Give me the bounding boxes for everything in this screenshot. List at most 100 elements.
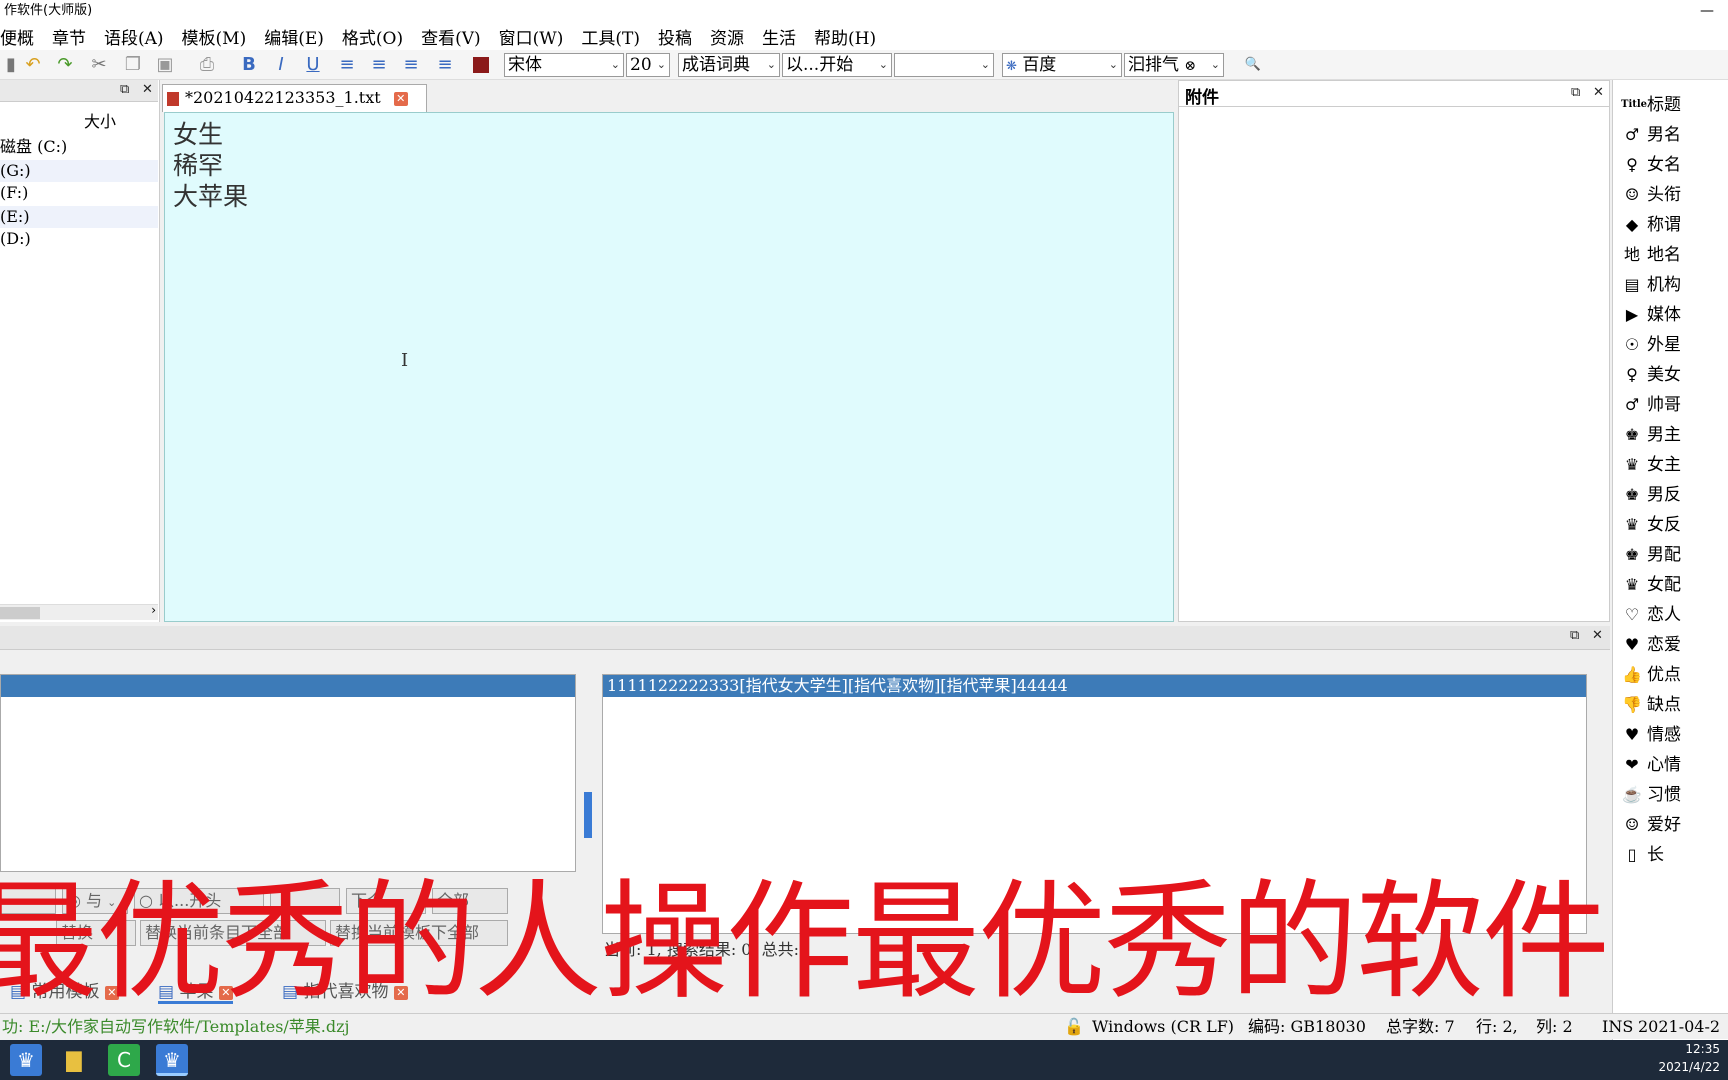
selected-row[interactable]: [1, 675, 575, 697]
undo-icon[interactable]: ↶: [22, 54, 44, 76]
menu-item[interactable]: 窗口(W): [499, 24, 564, 49]
search-engine-select[interactable]: ❋ 百度 ⌄: [1002, 53, 1122, 77]
menu-item[interactable]: 生活: [762, 24, 796, 49]
category-item[interactable]: ☺ 爱好: [1621, 810, 1681, 840]
float-icon[interactable]: ⧉: [120, 82, 129, 97]
previous-button[interactable]: [270, 888, 340, 914]
category-item[interactable]: ♂ 帅哥: [1621, 390, 1681, 420]
dictionary-search-input[interactable]: ⌄: [894, 53, 994, 77]
cut-icon[interactable]: ✂: [88, 54, 110, 76]
tab-apple[interactable]: ▤ 苹果 ✕: [158, 980, 233, 1004]
scope-select[interactable]: ⌄: [0, 888, 56, 914]
tab-common-templates[interactable]: ▤ 常用模板 ✕: [10, 980, 119, 1004]
selected-result-row[interactable]: 1111122222333[指代女大学生][指代喜欢物][指代苹果]44444: [603, 675, 1586, 697]
menu-item[interactable]: 编辑(E): [264, 24, 324, 49]
print-icon[interactable]: ⎙: [196, 54, 218, 76]
app-crown-icon[interactable]: ♛: [10, 1044, 42, 1076]
category-item[interactable]: ♥ 情感: [1621, 720, 1681, 750]
close-icon[interactable]: ✕: [1593, 85, 1604, 100]
category-item[interactable]: ▤ 机构: [1621, 270, 1681, 300]
close-icon[interactable]: ✕: [1592, 628, 1603, 643]
category-item[interactable]: ☺ 头衔: [1621, 180, 1681, 210]
category-item[interactable]: ♚ 男配: [1621, 540, 1681, 570]
horizontal-scrollbar[interactable]: ›: [0, 603, 158, 620]
save-icon[interactable]: ▮: [0, 54, 22, 76]
menu-item[interactable]: 章节: [52, 24, 86, 49]
category-item[interactable]: ▯ 长: [1621, 840, 1664, 870]
category-item[interactable]: ☉ 外星: [1621, 330, 1681, 360]
category-item[interactable]: ♛ 女反: [1621, 510, 1681, 540]
drive-item[interactable]: (G:): [0, 160, 158, 182]
replace-button[interactable]: 替换: [56, 920, 136, 946]
category-item[interactable]: ♚ 男主: [1621, 420, 1681, 450]
copy-icon[interactable]: ❐: [122, 54, 144, 76]
redo-icon[interactable]: ↷: [54, 54, 76, 76]
category-item[interactable]: ♀ 女名: [1621, 150, 1681, 180]
category-item[interactable]: ♡ 恋人: [1621, 600, 1681, 630]
menu-item[interactable]: 语段(A): [104, 24, 164, 49]
menu-item[interactable]: 模板(M): [182, 24, 247, 49]
drive-item[interactable]: (D:): [0, 228, 158, 250]
category-item[interactable]: ♀ 美女: [1621, 360, 1681, 390]
next-button[interactable]: 下个: [346, 888, 426, 914]
minimize-button[interactable]: —: [1700, 0, 1714, 22]
category-item[interactable]: Title 标题: [1621, 90, 1681, 120]
text-editor[interactable]: 女生 稀罕 大苹果 I: [164, 112, 1174, 622]
menu-item[interactable]: 格式(O): [342, 24, 403, 49]
menu-item[interactable]: 投稿: [658, 24, 692, 49]
align-left-icon[interactable]: ≡: [336, 54, 358, 76]
file-explorer-icon[interactable]: ▇: [58, 1044, 90, 1076]
search-icon[interactable]: 🔍: [1242, 54, 1264, 76]
splitter-handle[interactable]: [584, 792, 592, 838]
category-item[interactable]: 👎 缺点: [1621, 690, 1681, 720]
match-mode-select[interactable]: 以...开始 ⌄: [782, 53, 892, 77]
result-list[interactable]: 1111122222333[指代女大学生][指代喜欢物][指代苹果]44444: [602, 674, 1587, 934]
italic-icon[interactable]: I: [270, 54, 292, 76]
float-icon[interactable]: ⧉: [1571, 85, 1580, 100]
align-center-icon[interactable]: ≡: [368, 54, 390, 76]
menu-item[interactable]: 资源: [710, 24, 744, 49]
category-item[interactable]: ♂ 男名: [1621, 120, 1681, 150]
menu-item[interactable]: 查看(V): [421, 24, 481, 49]
category-item[interactable]: 地地名: [1621, 240, 1681, 270]
category-item[interactable]: ❤ 心情: [1621, 750, 1681, 780]
camtasia-icon[interactable]: C: [108, 1044, 140, 1076]
justify-icon[interactable]: ≡: [434, 54, 456, 76]
web-search-input[interactable]: 汩排气 ⊗ ⌄: [1124, 53, 1224, 77]
lock-icon[interactable]: 🔓: [1064, 1014, 1084, 1040]
category-item[interactable]: ♥ 恋爱: [1621, 630, 1681, 660]
bold-icon[interactable]: B: [238, 54, 260, 76]
font-select[interactable]: 宋体 ⌄: [504, 53, 624, 77]
or-radio[interactable]: ○ 以...开头: [134, 888, 264, 914]
category-item[interactable]: ◆ 称谓: [1621, 210, 1681, 240]
active-app-icon[interactable]: ♛: [156, 1044, 188, 1076]
menu-item[interactable]: 帮助(H): [814, 24, 876, 49]
template-list[interactable]: [0, 674, 576, 872]
size-column-header[interactable]: 大小: [84, 108, 116, 132]
category-item[interactable]: ♛ 女主: [1621, 450, 1681, 480]
replace-current-entry-button[interactable]: 替换当前条目下全部: [140, 920, 326, 946]
font-size-select[interactable]: 20 ⌄: [626, 53, 670, 77]
drive-item[interactable]: (F:): [0, 182, 158, 204]
drive-item[interactable]: 磁盘 (C:): [0, 136, 158, 158]
align-right-icon[interactable]: ≡: [400, 54, 422, 76]
menu-item[interactable]: 便概: [0, 24, 34, 49]
underline-icon[interactable]: U: [302, 54, 324, 76]
editor-tab[interactable]: *20210422123353_1.txt ✕: [162, 84, 427, 112]
category-item[interactable]: ☕ 习惯: [1621, 780, 1681, 810]
menu-item[interactable]: 工具(T): [581, 24, 640, 49]
category-item[interactable]: ▶ 媒体: [1621, 300, 1681, 330]
category-item[interactable]: ♚ 男反: [1621, 480, 1681, 510]
close-tab-icon[interactable]: ✕: [393, 91, 408, 106]
drive-item[interactable]: (E:): [0, 206, 158, 228]
and-radio[interactable]: ◎ 与 ⌄: [62, 888, 128, 914]
category-item[interactable]: 👍 优点: [1621, 660, 1681, 690]
paste-icon[interactable]: ▣: [154, 54, 176, 76]
text-color-icon[interactable]: [470, 54, 492, 76]
tab-pronoun-favorite[interactable]: ▤ 指代喜欢物 ✕: [282, 980, 408, 1004]
close-icon[interactable]: ✕: [142, 82, 153, 97]
dictionary-select[interactable]: 成语词典 ⌄: [678, 53, 780, 77]
float-icon[interactable]: ⧉: [1570, 628, 1579, 643]
all-button[interactable]: 全部: [432, 888, 508, 914]
category-item[interactable]: ♛ 女配: [1621, 570, 1681, 600]
